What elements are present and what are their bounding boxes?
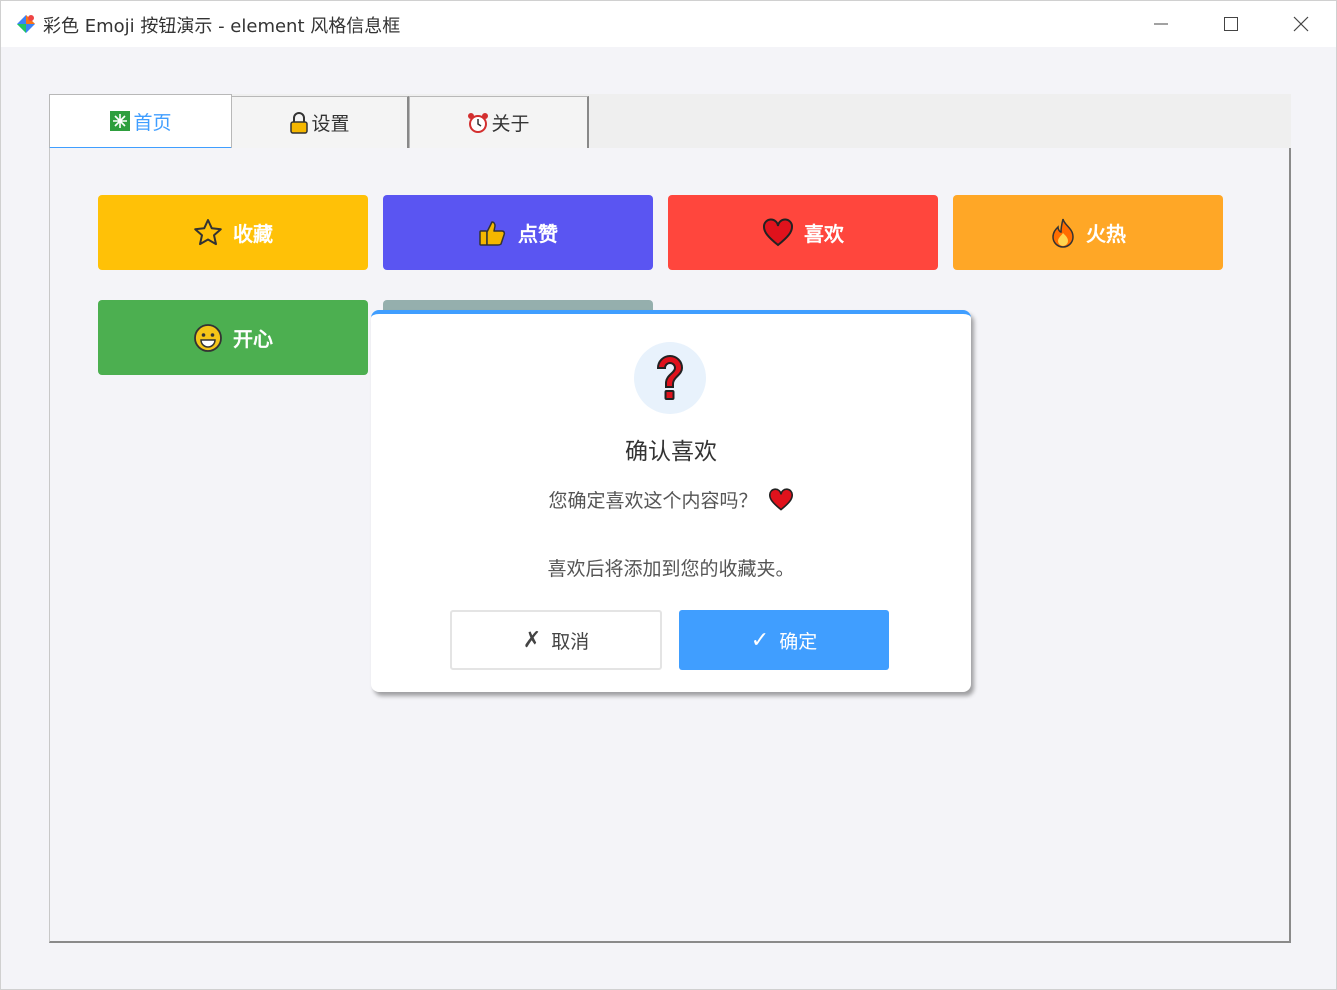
fire-label: 火热	[1086, 222, 1126, 246]
question-icon-badge	[634, 342, 706, 414]
thumbs-up-icon	[478, 218, 508, 248]
dialog-title: 确认喜欢	[625, 439, 717, 465]
smiley-icon	[193, 323, 223, 353]
fire-button[interactable]: 火热	[953, 195, 1223, 270]
cross-icon: ✗	[522, 627, 542, 653]
tab-bar: 首页 设置 关于	[49, 94, 1291, 150]
confirm-dialog: 确认喜欢 您确定喜欢这个内容吗？ 喜欢后将添加到您的收藏夹。 ✗ 取消 ✓ 确定	[371, 310, 971, 692]
maximize-icon	[1224, 17, 1238, 31]
alarm-clock-icon	[467, 112, 489, 134]
confirm-label: 确定	[779, 630, 818, 653]
dialog-message: 您确定喜欢这个内容吗？	[548, 490, 758, 512]
love-label: 喜欢	[804, 222, 844, 246]
tab-about-label: 关于	[491, 113, 530, 135]
collect-button[interactable]: 收藏	[98, 195, 368, 270]
like-button[interactable]: 点赞	[383, 195, 653, 270]
maximize-button[interactable]	[1196, 1, 1266, 47]
app-window: 彩色 Emoji 按钮演示 - element 风格信息框 首页 设置 关于 收…	[0, 0, 1337, 990]
cancel-label: 取消	[551, 630, 590, 653]
tab-settings-label: 设置	[311, 113, 350, 135]
love-button[interactable]: 喜欢	[668, 195, 938, 270]
close-button[interactable]	[1266, 1, 1336, 47]
star-icon	[193, 218, 223, 248]
lock-icon	[289, 111, 309, 134]
fire-icon	[1050, 217, 1076, 249]
like-label: 点赞	[518, 222, 558, 246]
minimize-button[interactable]	[1126, 1, 1196, 47]
confirm-button[interactable]: ✓ 确定	[679, 610, 889, 670]
close-icon	[1293, 16, 1309, 32]
tab-settings[interactable]: 设置	[231, 96, 409, 148]
heart-icon	[762, 218, 794, 248]
window-title: 彩色 Emoji 按钮演示 - element 风格信息框	[43, 16, 401, 37]
question-mark-icon	[656, 355, 684, 400]
happy-label: 开心	[233, 327, 273, 351]
tab-home-label: 首页	[133, 111, 172, 134]
minimize-icon	[1154, 23, 1168, 25]
dialog-message-detail: 喜欢后将添加到您的收藏夹。	[547, 558, 795, 580]
collect-label: 收藏	[233, 222, 273, 246]
title-bar: 彩色 Emoji 按钮演示 - element 风格信息框	[1, 1, 1336, 47]
tab-about[interactable]: 关于	[409, 96, 589, 148]
sparkle-box-icon	[109, 110, 131, 132]
tab-home[interactable]: 首页	[49, 94, 232, 150]
check-icon: ✓	[750, 627, 770, 653]
dialog-message-row: 您确定喜欢这个内容吗？	[371, 486, 971, 513]
app-logo-icon	[17, 15, 35, 33]
heart-icon	[768, 487, 794, 512]
happy-button[interactable]: 开心	[98, 300, 368, 375]
cancel-button[interactable]: ✗ 取消	[450, 610, 662, 670]
